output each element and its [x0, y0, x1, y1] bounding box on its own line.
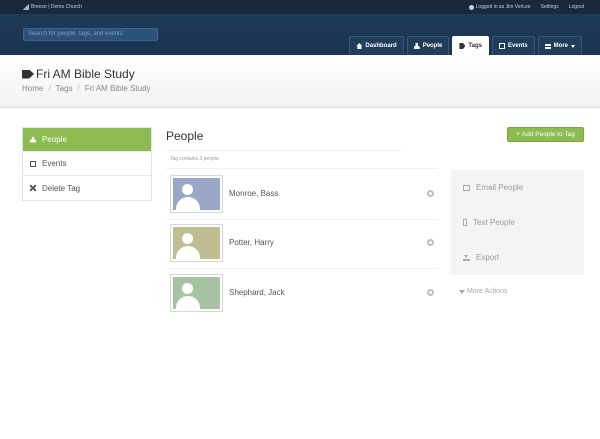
remove-icon[interactable]: [427, 289, 434, 296]
sidebar-item-events[interactable]: Events: [23, 152, 151, 176]
avatar-head: [182, 283, 193, 294]
breadcrumb-home[interactable]: Home: [22, 84, 43, 93]
avatar[interactable]: [170, 274, 223, 312]
sidebar-item-people[interactable]: People: [23, 128, 151, 152]
remove-icon[interactable]: [427, 239, 434, 246]
person-name[interactable]: Monroe, Bass: [229, 189, 278, 198]
tab-more[interactable]: More: [537, 36, 582, 55]
calendar-icon: [30, 160, 36, 167]
brand-label: Breeze | Demo Church: [31, 4, 82, 10]
tag-icon: [459, 43, 466, 49]
caret-down-icon: [571, 44, 575, 48]
header: Search for people, tags, and events Dash…: [0, 14, 600, 55]
tab-label: More: [553, 43, 568, 49]
list-item[interactable]: Monroe, Bass: [170, 175, 438, 213]
title-bar: Fri AM Bible Study Home / Tags / Fri AM …: [0, 55, 600, 108]
user-icon: [468, 4, 474, 10]
tab-tags[interactable]: Tags: [452, 36, 489, 55]
breadcrumb-separator: /: [48, 84, 51, 93]
add-people-to-tag-button[interactable]: + Add People to Tag: [507, 127, 584, 142]
tab-dashboard[interactable]: Dashboard: [349, 36, 404, 55]
divider: [166, 268, 438, 269]
person-icon: [413, 43, 420, 49]
breadcrumb-separator: /: [77, 84, 80, 93]
home-icon: [356, 43, 363, 49]
arrow-down-icon: [459, 289, 465, 294]
email-people-action[interactable]: Email People: [463, 183, 523, 192]
more-actions-link[interactable]: More Actions: [459, 288, 507, 295]
breeze-logo-icon: [23, 4, 29, 10]
button-label: Add People to Tag: [521, 131, 575, 138]
tags-icon: [22, 69, 34, 79]
avatar-body: [176, 197, 200, 210]
calendar-icon: [498, 43, 505, 49]
divider: [166, 150, 402, 151]
settings-link[interactable]: Settings: [541, 4, 559, 10]
list-item[interactable]: Potter, Harry: [170, 224, 438, 262]
avatar-head: [182, 233, 193, 244]
tab-label: Dashboard: [365, 43, 397, 49]
top-bar: Breeze | Demo Church Logged in as Jim Ve…: [0, 0, 600, 14]
person-icon: [30, 136, 36, 143]
close-icon: [30, 185, 36, 191]
logged-in-label: Logged in as Jim VerLee: [475, 4, 531, 10]
text-people-action[interactable]: Text People: [463, 218, 515, 227]
breadcrumb-tags[interactable]: Tags: [56, 84, 73, 93]
breadcrumb-current: Fri AM Bible Study: [84, 84, 151, 93]
phone-icon: [463, 219, 467, 226]
brand[interactable]: Breeze | Demo Church: [23, 4, 82, 10]
tab-events[interactable]: Events: [491, 36, 535, 55]
sidebar-item-label: People: [42, 135, 67, 144]
avatar[interactable]: [170, 175, 223, 213]
logout-link[interactable]: Logout: [569, 4, 584, 10]
tag-count-text: Tag contains 3 people.: [170, 156, 221, 162]
avatar-body: [176, 246, 200, 259]
remove-icon[interactable]: [427, 190, 434, 197]
menu-icon: [544, 43, 551, 49]
plus-icon: +: [516, 131, 520, 138]
avatar[interactable]: [170, 224, 223, 262]
avatar-placeholder: [173, 227, 220, 259]
sidebar-item-label: Delete Tag: [42, 183, 81, 193]
divider: [166, 219, 438, 220]
page-title-text: Fri AM Bible Study: [36, 67, 135, 81]
action-label: Export: [476, 253, 500, 262]
person-name[interactable]: Potter, Harry: [229, 238, 274, 247]
action-label: Email People: [476, 183, 524, 192]
avatar-placeholder: [173, 277, 220, 309]
breadcrumb: Home / Tags / Fri AM Bible Study: [22, 84, 151, 93]
action-label: Text People: [473, 218, 515, 227]
envelope-icon: [463, 184, 470, 191]
more-actions-label: More Actions: [467, 288, 508, 295]
person-name[interactable]: Shephard, Jack: [229, 288, 285, 297]
tab-label: People: [422, 43, 443, 49]
actions-panel: Email People Text People Export: [451, 170, 584, 275]
tab-label: Events: [507, 43, 528, 49]
sidebar: People Events Delete Tag: [22, 127, 152, 201]
avatar-head: [182, 184, 193, 195]
search-input[interactable]: Search for people, tags, and events: [23, 28, 158, 41]
download-icon: [463, 254, 470, 261]
main-nav: Dashboard People Tags Events More: [349, 36, 582, 55]
section-heading: People: [166, 129, 204, 143]
tab-label: Tags: [468, 43, 482, 49]
sidebar-item-label: Events: [42, 159, 67, 168]
avatar-placeholder: [173, 178, 220, 210]
avatar-body: [176, 296, 200, 309]
divider: [166, 168, 438, 169]
logged-in-user[interactable]: Logged in as Jim VerLee: [468, 4, 531, 10]
tab-people[interactable]: People: [406, 36, 450, 55]
export-action[interactable]: Export: [463, 253, 499, 262]
page-title: Fri AM Bible Study: [22, 67, 135, 81]
list-item[interactable]: Shephard, Jack: [170, 274, 438, 312]
sidebar-item-delete-tag[interactable]: Delete Tag: [23, 176, 151, 200]
